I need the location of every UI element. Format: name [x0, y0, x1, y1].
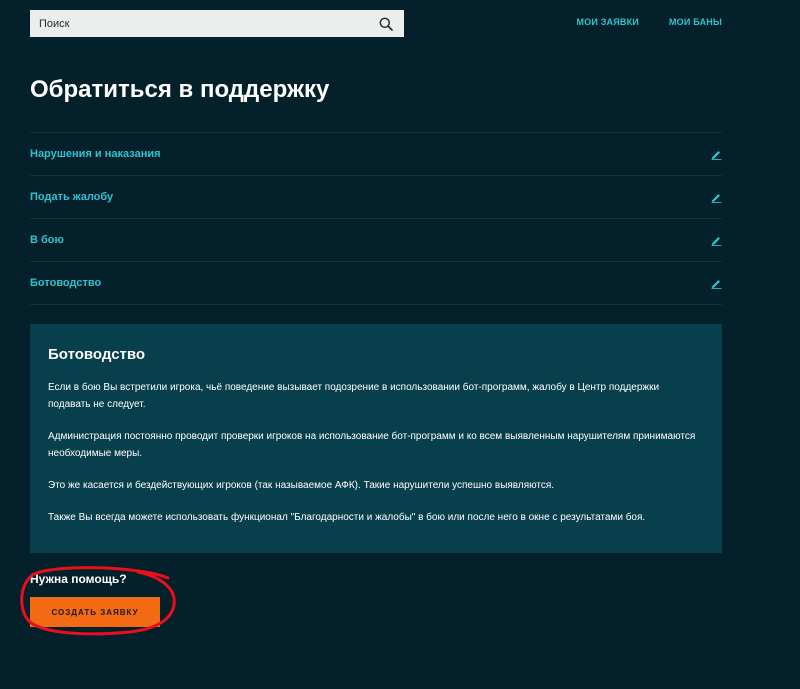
search-icon[interactable] — [379, 17, 393, 31]
faq-item-botting[interactable]: Ботоводство — [30, 262, 722, 305]
info-paragraph: Это же касается и бездействующих игроков… — [48, 480, 555, 491]
faq-item-violations[interactable]: Нарушения и наказания — [30, 133, 722, 176]
create-request-button[interactable]: Создать заявку — [30, 597, 160, 627]
faq-item-complaint[interactable]: Подать жалобу — [30, 176, 722, 219]
info-panel-title: Ботоводство — [48, 346, 146, 363]
faq-item-label: Нарушения и наказания — [30, 148, 161, 160]
help-label: Нужна помощь? — [30, 572, 127, 586]
info-panel: Ботоводство Если в бою Вы встретили игро… — [30, 324, 722, 553]
page-title: Обратиться в поддержку — [30, 76, 330, 103]
faq-list: Нарушения и наказания Подать жалобу В бо… — [30, 132, 722, 305]
nav-my-requests[interactable]: Мои заявки — [576, 17, 639, 27]
pencil-icon — [710, 234, 722, 246]
info-paragraph: Также Вы всегда можете использовать функ… — [48, 512, 646, 523]
faq-item-label: Ботоводство — [30, 277, 102, 289]
faq-item-in-battle[interactable]: В бою — [30, 219, 722, 262]
faq-item-label: В бою — [30, 234, 64, 246]
pencil-icon — [710, 277, 722, 289]
search-input[interactable] — [30, 10, 379, 37]
faq-item-label: Подать жалобу — [30, 191, 114, 203]
info-paragraph: Администрация постоянно проводит проверк… — [48, 431, 696, 459]
info-paragraph: Если в бою Вы встретили игрока, чьё пове… — [48, 382, 660, 410]
top-nav: Мои заявки Мои баны — [576, 17, 722, 27]
nav-my-bans[interactable]: Мои баны — [669, 17, 722, 27]
pencil-icon — [710, 191, 722, 203]
pencil-icon — [710, 148, 722, 160]
search-box[interactable] — [30, 10, 404, 37]
